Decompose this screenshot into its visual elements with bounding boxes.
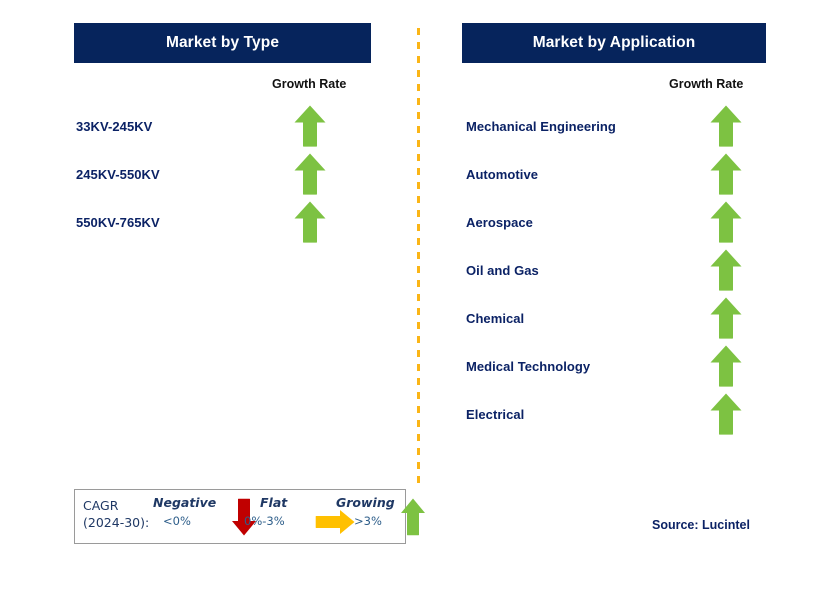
arrow-up-icon — [293, 104, 327, 148]
arrow-up-icon — [293, 152, 327, 196]
segment-label: 245KV-550KV — [76, 166, 160, 182]
segment-label: Automotive — [466, 166, 538, 182]
column-header-market-by-type: Market by Type — [74, 23, 371, 63]
table-row: Aerospace — [466, 198, 766, 246]
arrow-up-icon — [709, 296, 743, 340]
legend-title: CAGR (2024-30): — [83, 497, 149, 531]
table-row: Electrical — [466, 390, 766, 438]
segment-label: Aerospace — [466, 214, 533, 230]
segment-label: Chemical — [466, 310, 525, 326]
table-row: Oil and Gas — [466, 246, 766, 294]
arrow-up-icon — [709, 248, 743, 292]
legend-range: 0%-3% — [244, 514, 285, 528]
table-row: Mechanical Engineering — [466, 102, 766, 150]
legend-label: Growing — [336, 495, 395, 510]
arrow-up-icon — [709, 344, 743, 388]
legend-label: Negative — [153, 495, 217, 510]
segment-label: 33KV-245KV — [76, 118, 153, 134]
legend-label: Flat — [260, 495, 288, 510]
table-row: 550KV-765KV — [76, 198, 376, 246]
source-note: Source: Lucintel — [652, 518, 750, 532]
segment-label: Mechanical Engineering — [466, 118, 616, 134]
segment-label: Oil and Gas — [466, 262, 539, 278]
arrow-up-icon — [400, 497, 426, 542]
table-row: Chemical — [466, 294, 766, 342]
legend-range: <0% — [163, 514, 191, 528]
table-row: Automotive — [466, 150, 766, 198]
growth-rate-caption-type: Growth Rate — [272, 77, 347, 91]
legend-title-line1: CAGR — [83, 498, 119, 513]
segment-label: Electrical — [466, 406, 525, 422]
segment-label: 550KV-765KV — [76, 214, 160, 230]
legend-title-line2: (2024-30): — [83, 515, 150, 530]
vertical-dashed-divider — [417, 28, 420, 489]
cagr-legend: CAGR (2024-30): Negative <0% Flat 0%-3% … — [74, 489, 425, 544]
arrow-up-icon — [709, 152, 743, 196]
column-header-market-by-application: Market by Application — [462, 23, 766, 63]
table-row: Medical Technology — [466, 342, 766, 390]
infographic-canvas: Market by Type Growth Rate 33KV-245KV 24… — [0, 0, 829, 590]
arrow-up-icon — [709, 104, 743, 148]
legend-range: >3% — [354, 514, 382, 528]
legend-item-growing: Growing >3% — [320, 495, 425, 539]
arrow-up-icon — [709, 392, 743, 436]
table-row: 245KV-550KV — [76, 150, 376, 198]
growth-rate-caption-application: Growth Rate — [669, 77, 744, 91]
segment-label: Medical Technology — [466, 358, 591, 374]
table-row: 33KV-245KV — [76, 102, 376, 150]
arrow-up-icon — [293, 200, 327, 244]
arrow-up-icon — [709, 200, 743, 244]
